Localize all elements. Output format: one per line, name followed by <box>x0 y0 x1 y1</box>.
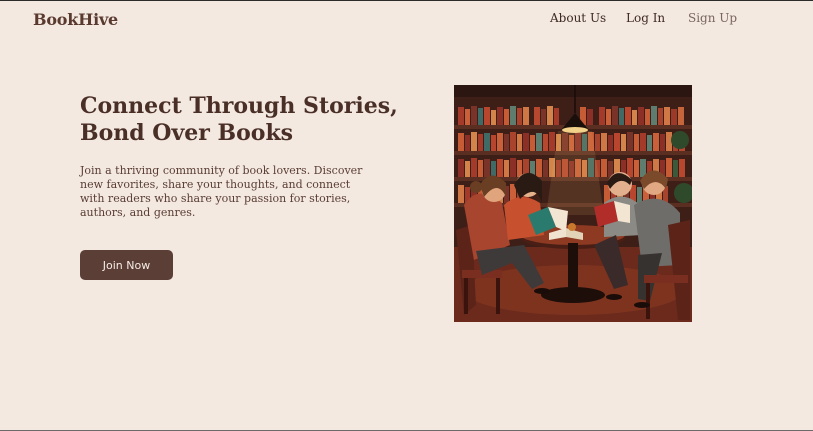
nav-log-in[interactable]: Log In <box>626 11 665 25</box>
readers-at-table-image <box>454 85 692 322</box>
hero-title-line-1: Connect Through Stories, <box>80 93 398 119</box>
hero-title: Connect Through Stories, Bond Over Books <box>80 93 410 147</box>
hero-description: Join a thriving community of book lovers… <box>80 164 363 219</box>
hero-title-line-2: Bond Over Books <box>80 120 294 146</box>
top-nav: About Us Log In Sign Up <box>0 11 813 31</box>
hero-illustration <box>454 85 692 322</box>
nav-about-us[interactable]: About Us <box>550 11 606 25</box>
nav-sign-up[interactable]: Sign Up <box>688 11 737 25</box>
join-now-button[interactable]: Join Now <box>80 250 173 280</box>
